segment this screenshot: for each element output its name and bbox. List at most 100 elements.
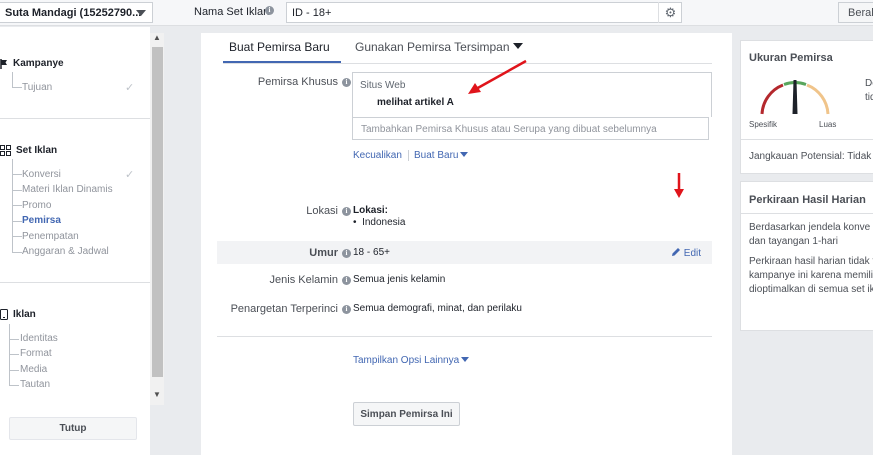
info-icon[interactable]: i xyxy=(342,206,351,216)
save-audience-button[interactable]: Simpan Pemirsa Ini xyxy=(353,402,460,426)
daily-note-1-line-2: dan tayangan 1-hari xyxy=(749,236,838,247)
pencil-icon xyxy=(672,248,680,256)
ad-set-name-input[interactable]: ID - 18+ xyxy=(286,2,682,23)
potential-reach: Jangkauan Potensial: Tidak te xyxy=(749,151,873,162)
gauge-specific-label: Spesifik xyxy=(749,120,778,129)
info-icon[interactable]: i xyxy=(342,77,351,87)
age-label-row: Umur i xyxy=(309,247,351,259)
sidebar-ad-header[interactable]: Iklan xyxy=(0,309,36,320)
annotation-arrow-icon xyxy=(468,59,527,94)
account-name: Suta Mandagi (15252790... xyxy=(5,7,142,19)
sidebar-ad-title: Iklan xyxy=(13,309,36,320)
caret-down-icon xyxy=(460,152,469,157)
custom-audience-item[interactable]: melihat artikel A xyxy=(377,97,454,108)
audience-size-text-line-2: tid xyxy=(865,92,873,103)
tab-saved-label: Gunakan Pemirsa Tersimpan xyxy=(355,40,510,54)
sidebar-item-promo[interactable]: Promo xyxy=(22,200,51,211)
link-separator xyxy=(408,150,409,161)
gender-label-row: Jenis Kelamin i xyxy=(270,274,351,286)
account-dropdown[interactable]: Suta Mandagi (15252790... xyxy=(0,2,153,23)
close-button[interactable]: Tutup xyxy=(9,417,137,440)
show-more-options-label: Tampilkan Opsi Lainnya xyxy=(353,355,460,366)
location-label-row: Lokasi i xyxy=(306,205,351,217)
age-label: Umur xyxy=(309,247,338,259)
caret-down-icon xyxy=(461,357,470,362)
flag-icon xyxy=(0,58,7,69)
section-divider xyxy=(217,336,712,337)
custom-audience-input[interactable]: Tambahkan Pemirsa Khusus atau Serupa yan… xyxy=(352,117,709,140)
location-label: Lokasi xyxy=(306,205,338,217)
daily-note-2-line-2: kampanye ini karena memiliki xyxy=(749,270,873,281)
scroll-up-arrow-icon[interactable]: ▲ xyxy=(150,33,164,46)
sidebar-item-konversi[interactable]: Konversi xyxy=(22,169,61,180)
daily-estimate-card: Perkiraan Hasil Harian Berdasarkan jende… xyxy=(740,181,873,331)
location-heading: Lokasi: xyxy=(353,205,389,216)
caret-down-icon xyxy=(512,43,523,49)
info-icon[interactable]: i xyxy=(342,275,351,285)
sidebar-item-budget-schedule[interactable]: Anggaran & Jadwal xyxy=(22,246,109,257)
gear-icon[interactable]: ⚙ xyxy=(658,2,682,23)
custom-audience-source: Situs Web xyxy=(360,80,406,91)
location-country: Indonesia xyxy=(362,217,406,228)
gender-value: Semua jenis kelamin xyxy=(353,274,446,285)
scroll-thumb[interactable] xyxy=(152,47,163,377)
tab-use-saved-audience[interactable]: Gunakan Pemirsa Tersimpan xyxy=(355,40,523,54)
sidebar-item-penempatan[interactable]: Penempatan xyxy=(22,231,79,242)
sidebar-campaign-header[interactable]: Kampanye xyxy=(0,58,64,69)
detailed-targeting-value: Semua demografi, minat, dan perilaku xyxy=(353,303,522,314)
create-new-dropdown[interactable]: Buat Baru xyxy=(414,150,469,161)
detailed-targeting-label: Penargetan Terperinci xyxy=(230,303,338,315)
card-divider xyxy=(741,139,873,140)
gauge-broad-label: Luas xyxy=(819,120,837,129)
annotation-arrow-down-icon xyxy=(674,173,684,198)
create-new-label: Buat Baru xyxy=(414,150,459,161)
info-icon[interactable]: i xyxy=(265,6,274,15)
audience-gauge-icon xyxy=(760,80,830,115)
audience-size-title: Ukuran Pemirsa xyxy=(749,52,833,64)
check-icon: ✓ xyxy=(125,169,135,181)
audience-size-text-line-1: De xyxy=(865,78,873,89)
sidebar-item-tautan[interactable]: Tautan xyxy=(20,379,50,390)
edit-label: Edit xyxy=(683,248,702,259)
age-value: 18 - 65+ xyxy=(353,247,390,258)
age-row-highlight xyxy=(217,241,712,264)
sidebar-item-pemirsa[interactable]: Pemirsa xyxy=(22,215,61,226)
custom-audience-label-row: Pemirsa Khusus i xyxy=(258,76,351,88)
sidebar: Kampanye Tujuan ✓ Set Iklan Konversi ✓ M… xyxy=(0,27,150,455)
sidebar-campaign-title: Kampanye xyxy=(13,58,64,69)
tab-create-new-audience[interactable]: Buat Pemirsa Baru xyxy=(229,40,330,54)
location-item[interactable]: • Indonesia xyxy=(353,217,405,228)
grid-icon xyxy=(0,145,11,156)
sidebar-scrollbar[interactable]: ▲ ▼ xyxy=(150,33,164,405)
info-icon[interactable]: i xyxy=(342,248,351,258)
top-right-button[interactable]: Beral xyxy=(838,2,873,23)
sidebar-item-dynamic-creative[interactable]: Materi Iklan Dinamis xyxy=(22,184,113,195)
edit-age-link[interactable]: Edit xyxy=(671,247,701,259)
phone-icon xyxy=(0,309,8,320)
daily-note-1-line-1: Berdasarkan jendela konve xyxy=(749,222,871,233)
scroll-down-arrow-icon[interactable]: ▼ xyxy=(150,390,164,403)
sidebar-item-format[interactable]: Format xyxy=(20,348,52,359)
custom-audience-label: Pemirsa Khusus xyxy=(257,76,338,88)
check-icon: ✓ xyxy=(125,82,135,94)
sidebar-adset-header[interactable]: Set Iklan xyxy=(0,145,57,156)
top-bar: Suta Mandagi (15252790... Nama Set Iklan… xyxy=(0,0,873,26)
exclude-link[interactable]: Kecualikan xyxy=(353,150,402,161)
daily-note-2-line-1: Perkiraan hasil harian tidak te xyxy=(749,256,873,267)
daily-note-2-line-3: dioptimalkan di semua set ikla xyxy=(749,284,873,295)
info-icon[interactable]: i xyxy=(342,304,351,314)
sidebar-item-media[interactable]: Media xyxy=(20,364,47,375)
sidebar-adset-title: Set Iklan xyxy=(16,145,58,156)
chevron-down-icon xyxy=(136,10,146,16)
ad-set-name-label: Nama Set Iklan xyxy=(194,6,270,18)
detailed-targeting-label-row: Penargetan Terperinci i xyxy=(231,303,351,315)
show-more-options-link[interactable]: Tampilkan Opsi Lainnya xyxy=(353,355,470,366)
ad-set-name-value: ID - 18+ xyxy=(292,7,332,19)
gender-label: Jenis Kelamin xyxy=(269,274,338,286)
daily-estimate-title: Perkiraan Hasil Harian xyxy=(749,194,866,206)
sidebar-item-tujuan[interactable]: Tujuan xyxy=(22,82,52,93)
audience-panel: Buat Pemirsa Baru Gunakan Pemirsa Tersim… xyxy=(201,33,732,455)
sidebar-item-identitas[interactable]: Identitas xyxy=(20,333,58,344)
card-divider xyxy=(741,213,873,214)
audience-size-card: Ukuran Pemirsa Spesifik Luas De tid Jang… xyxy=(740,40,873,174)
